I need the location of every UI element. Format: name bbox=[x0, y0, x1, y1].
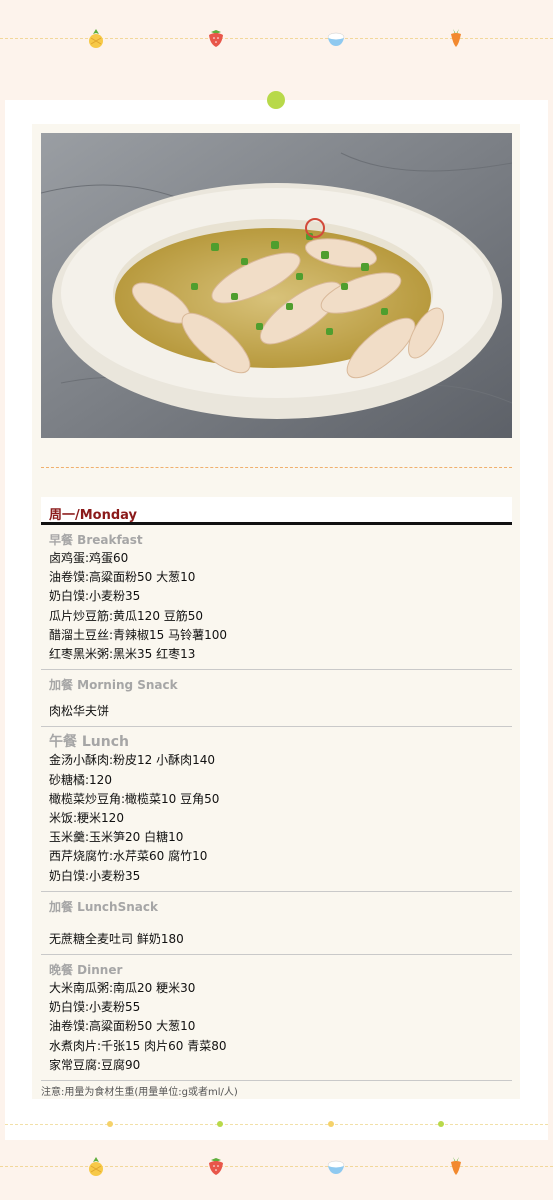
rice-bowl-icon bbox=[327, 1160, 345, 1174]
meal-dinner: 晚餐 Dinner 大米南瓜粥:南瓜20 粳米30 奶白馍:小麦粉55 油卷馍:… bbox=[41, 955, 512, 1082]
menu-item: 红枣黑米粥:黑米35 红枣13 bbox=[49, 647, 196, 662]
strawberry-icon bbox=[209, 30, 223, 47]
bottom-decoration bbox=[0, 1146, 553, 1186]
dotted-line bbox=[5, 1124, 548, 1125]
menu-item: 砂糖橘:120 bbox=[49, 772, 112, 787]
menu-item: 奶白馍:小麦粉35 bbox=[49, 868, 141, 883]
menu-item: 米饭:粳米120 bbox=[49, 811, 124, 826]
dotted-line bbox=[0, 1166, 553, 1167]
menu-item: 玉米羹:玉米笋20 白糖10 bbox=[49, 830, 184, 845]
menu-item: 油卷馍:高粱面粉50 大葱10 bbox=[49, 1019, 196, 1034]
menu-item: 橄榄菜炒豆角:橄榄菜10 豆角50 bbox=[49, 791, 220, 806]
dotted-line bbox=[0, 38, 553, 39]
carrot-icon bbox=[451, 1157, 461, 1175]
meal-title: 加餐 Morning Snack bbox=[49, 678, 178, 693]
dish-illustration bbox=[41, 133, 512, 438]
meal-morning-snack: 加餐 Morning Snack 肉松华夫饼 bbox=[41, 670, 512, 728]
pineapple-icon bbox=[89, 1157, 103, 1176]
menu-item: 水煮肉片:千张15 肉片60 青菜80 bbox=[49, 1038, 227, 1053]
meal-title: 加餐 LunchSnack bbox=[49, 899, 158, 914]
rice-bowl-icon bbox=[327, 32, 345, 46]
menu-item: 醋溜土豆丝:青辣椒15 马铃薯100 bbox=[49, 627, 228, 642]
menu-item: 奶白馍:小麦粉35 bbox=[49, 589, 141, 604]
dish-photo bbox=[41, 133, 512, 438]
menu-item: 西芹烧腐竹:水芹菜60 腐竹10 bbox=[49, 849, 208, 864]
menu-item: 油卷馍:高粱面粉50 大葱10 bbox=[49, 570, 196, 585]
dot-decoration bbox=[107, 1121, 113, 1127]
meal-title: 早餐 Breakfast bbox=[49, 533, 143, 547]
menu-item: 无蔗糖全麦吐司 鲜奶180 bbox=[49, 931, 184, 946]
meal-title: 晚餐 Dinner bbox=[49, 963, 123, 978]
green-dot-decoration bbox=[267, 91, 285, 109]
footnote: 注意:用量为食材生重(用量单位:g或者ml/人) bbox=[41, 1087, 238, 1098]
menu-item: 大米南瓜粥:南瓜20 粳米30 bbox=[49, 981, 196, 996]
menu-item: 瓜片炒豆筋:黄瓜120 豆筋50 bbox=[49, 608, 204, 623]
dashed-separator bbox=[41, 467, 512, 468]
menu-item: 金汤小酥肉:粉皮12 小酥肉140 bbox=[49, 753, 216, 768]
strawberry-icon bbox=[209, 1158, 223, 1175]
meal-breakfast: 早餐 Breakfast 卤鸡蛋:鸡蛋60 油卷馍:高粱面粉50 大葱10 奶白… bbox=[41, 525, 512, 671]
menu-item: 卤鸡蛋:鸡蛋60 bbox=[49, 551, 129, 565]
day-heading: 周一/Monday bbox=[41, 497, 512, 525]
meal-lunch-snack: 加餐 LunchSnack 无蔗糖全麦吐司 鲜奶180 bbox=[41, 892, 512, 956]
meal-title: 午餐 Lunch bbox=[49, 734, 129, 751]
meal-lunch: 午餐 Lunch 金汤小酥肉:粉皮12 小酥肉140 砂糖橘:120 橄榄菜炒豆… bbox=[41, 727, 512, 892]
daily-menu: 周一/Monday 早餐 Breakfast 卤鸡蛋:鸡蛋60 油卷馍:高粱面粉… bbox=[41, 497, 512, 1082]
top-decoration bbox=[0, 18, 553, 58]
menu-item: 肉松华夫饼 bbox=[49, 704, 110, 719]
menu-item: 奶白馍:小麦粉55 bbox=[49, 1000, 141, 1015]
pineapple-icon bbox=[89, 29, 103, 48]
carrot-icon bbox=[451, 29, 461, 47]
dot-decoration bbox=[438, 1121, 444, 1127]
dot-decoration bbox=[328, 1121, 334, 1127]
dot-decoration bbox=[217, 1121, 223, 1127]
menu-item: 家常豆腐:豆腐90 bbox=[49, 1057, 141, 1072]
